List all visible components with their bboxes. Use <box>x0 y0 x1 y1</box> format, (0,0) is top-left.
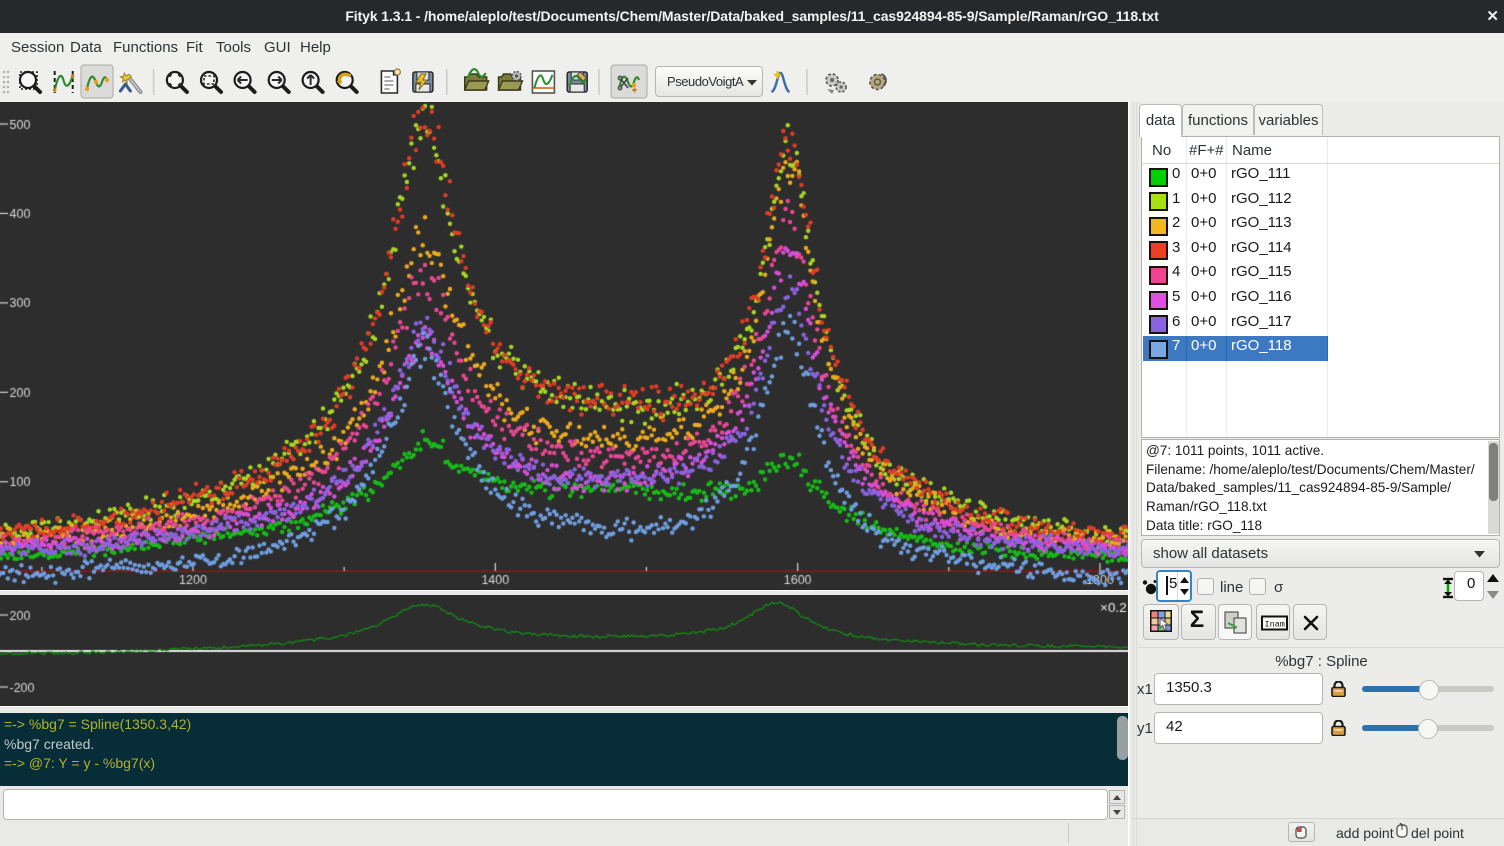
svg-text:Inam: Inam <box>1265 620 1285 630</box>
